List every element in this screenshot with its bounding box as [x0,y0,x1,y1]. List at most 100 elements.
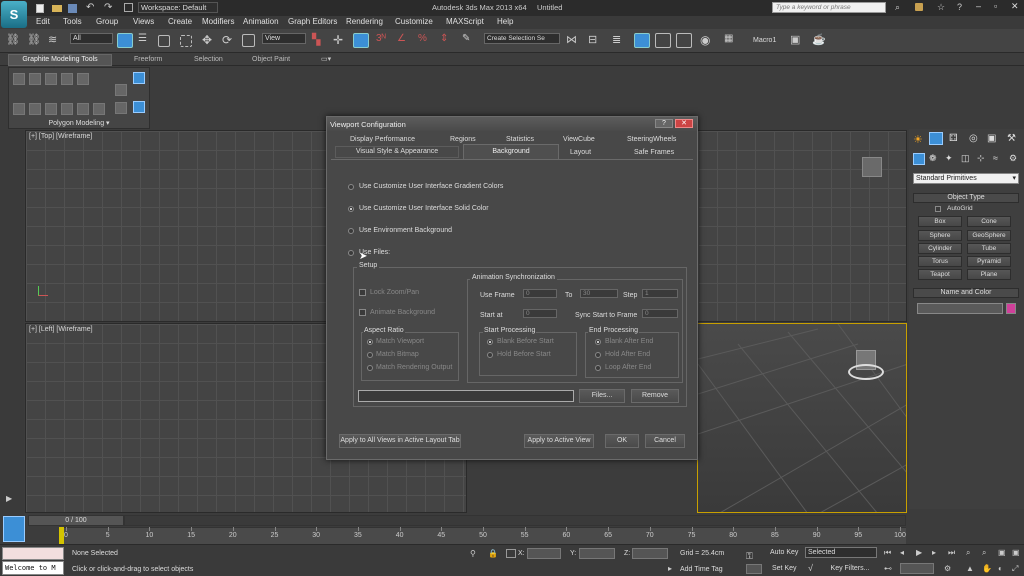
tab-safe-frames[interactable]: Safe Frames [634,149,674,156]
primitive-geosphere-button[interactable]: GeoSphere [967,230,1011,241]
primitive-teapot-button[interactable]: Teapot [918,269,962,280]
primitive-cone-button[interactable]: Cone [967,216,1011,227]
sync-start-spinner[interactable]: 0 [642,309,678,318]
radio-hold-after-end[interactable] [595,352,601,358]
tab-display-performance[interactable]: Display Performance [350,136,415,143]
primitive-tube-button[interactable]: Tube [967,243,1011,254]
tab-regions[interactable]: Regions [450,136,476,143]
ok-button[interactable]: OK [605,434,639,448]
set-key-button[interactable]: Set Key [772,563,804,575]
maximize-viewport-icon[interactable]: ⤢ [1012,564,1018,574]
primitive-torus-button[interactable]: Torus [918,256,962,267]
rectangular-selection-icon[interactable] [158,35,170,47]
render-setup-icon[interactable]: ▦ [724,33,740,48]
curve-editor-icon[interactable] [655,33,671,48]
files-button[interactable]: Files... [579,389,625,403]
key-mode-toggle-icon[interactable]: ⊷ [884,564,892,573]
tab-background[interactable]: Background [463,144,559,159]
play-icon[interactable]: ▶ [916,548,922,557]
viewport-front[interactable] [697,130,907,322]
save-icon[interactable] [68,4,77,13]
radio-blank-after-end[interactable] [595,339,601,345]
ribbon-button-icon[interactable] [61,73,73,85]
select-and-link-icon[interactable]: ⛓ [6,33,22,48]
keyboard-shortcut-override-icon[interactable] [353,33,369,48]
app-logo-icon[interactable]: S [1,1,27,28]
zoom-all-icon[interactable]: ⌕ [982,548,986,558]
ribbon-button-icon[interactable] [45,103,57,115]
search-icon[interactable]: ⌕ [895,2,900,13]
maxscript-listener-mini[interactable] [2,547,64,560]
isolate-selection-icon[interactable]: ⚲ [470,549,476,558]
time-configuration-icon[interactable]: ⚙ [944,564,951,573]
next-frame-icon[interactable]: ▸ [932,548,936,557]
angle-snap-icon[interactable]: ∠ [397,33,413,48]
primitive-sphere-button[interactable]: Sphere [918,230,962,241]
lights-icon[interactable]: ✦ [945,153,953,164]
x-coordinate-field[interactable] [527,548,561,559]
minimize-button[interactable]: – [976,1,981,11]
menu-rendering[interactable]: Rendering [346,17,383,26]
maxscript-listener-output[interactable]: Welcome to M [2,561,64,575]
remove-button[interactable]: Remove [631,389,679,403]
ribbon-tab-freeform[interactable]: Freeform [134,56,162,63]
layout-tab-icon[interactable] [3,516,25,542]
help-icon[interactable]: ? [957,2,962,12]
lock-zoom-pan-checkbox[interactable] [359,289,366,296]
close-button[interactable]: ✕ [1011,1,1019,12]
tab-statistics[interactable]: Statistics [506,136,534,143]
select-manipulate-icon[interactable]: ✛ [333,33,349,48]
radio-use-files[interactable] [348,250,354,256]
select-by-name-icon[interactable]: ☰ [138,33,154,48]
schematic-view-icon[interactable] [676,33,692,48]
menu-create[interactable]: Create [168,17,192,26]
tab-layout[interactable]: Layout [570,149,591,156]
open-icon[interactable] [52,5,62,12]
pivot-center-icon[interactable]: ▚ [312,33,328,48]
primitive-category-dropdown[interactable]: Standard Primitives ▾ [913,173,1019,184]
object-type-header[interactable]: Object Type [913,193,1019,203]
unlink-icon[interactable]: ⛓ [27,33,43,48]
zoom-icon[interactable]: ⌕ [966,548,970,558]
radio-solid-color[interactable] [348,206,354,212]
select-and-rotate-icon[interactable]: ⟳ [222,33,238,48]
menu-views[interactable]: Views [133,17,154,26]
space-warps-icon[interactable]: ≈ [993,153,998,163]
utilities-tab-icon[interactable]: ⚒ [1007,133,1016,144]
time-tag-icon[interactable]: ▸ [668,564,672,573]
align-icon[interactable]: ⊟ [588,33,604,48]
radio-match-viewport[interactable] [367,339,373,345]
step-spinner[interactable]: 1 [642,289,678,298]
dialog-close-button[interactable]: ✕ [675,119,693,128]
selection-lock-icon[interactable]: 🔒 [488,549,498,558]
to-spinner[interactable]: 30 [580,289,618,298]
ribbon-button-icon[interactable] [45,73,57,85]
ribbon-button-icon[interactable] [13,73,25,85]
ribbon-tab-selection[interactable]: Selection [194,56,223,63]
ribbon-toggle-icon[interactable] [133,72,145,84]
field-of-view-icon[interactable]: ▲ [966,564,974,573]
default-in-out-tangents-icon[interactable]: √ [808,563,813,573]
time-slider[interactable]: 0 / 100 [28,515,124,526]
current-frame-field[interactable] [900,563,934,574]
zoom-extents-all-icon[interactable]: ▣ [1012,548,1020,557]
cameras-icon[interactable]: ◫ [961,153,970,164]
ribbon-button-icon[interactable] [29,103,41,115]
menu-customize[interactable]: Customize [395,17,433,26]
motion-tab-icon[interactable]: ◎ [969,133,978,144]
ribbon-button-icon[interactable] [115,84,127,96]
orbit-icon[interactable]: ◐ [998,564,1003,573]
percent-snap-icon[interactable]: % [418,33,434,48]
menu-group[interactable]: Group [96,17,118,26]
object-color-swatch[interactable] [1006,303,1016,314]
systems-icon[interactable]: ⚙ [1009,153,1017,164]
radio-loop-after-end[interactable] [595,365,601,371]
window-crossing-icon[interactable] [180,35,192,47]
select-and-move-icon[interactable]: ✥ [202,33,218,48]
set-key-icon[interactable] [746,564,762,574]
ribbon-button-icon[interactable] [93,103,105,115]
hierarchy-tab-icon[interactable]: ⚃ [949,133,958,144]
use-frame-spinner[interactable]: 0 [523,289,557,298]
ribbon-tab-object-paint[interactable]: Object Paint [252,56,290,63]
z-coordinate-field[interactable] [632,548,668,559]
